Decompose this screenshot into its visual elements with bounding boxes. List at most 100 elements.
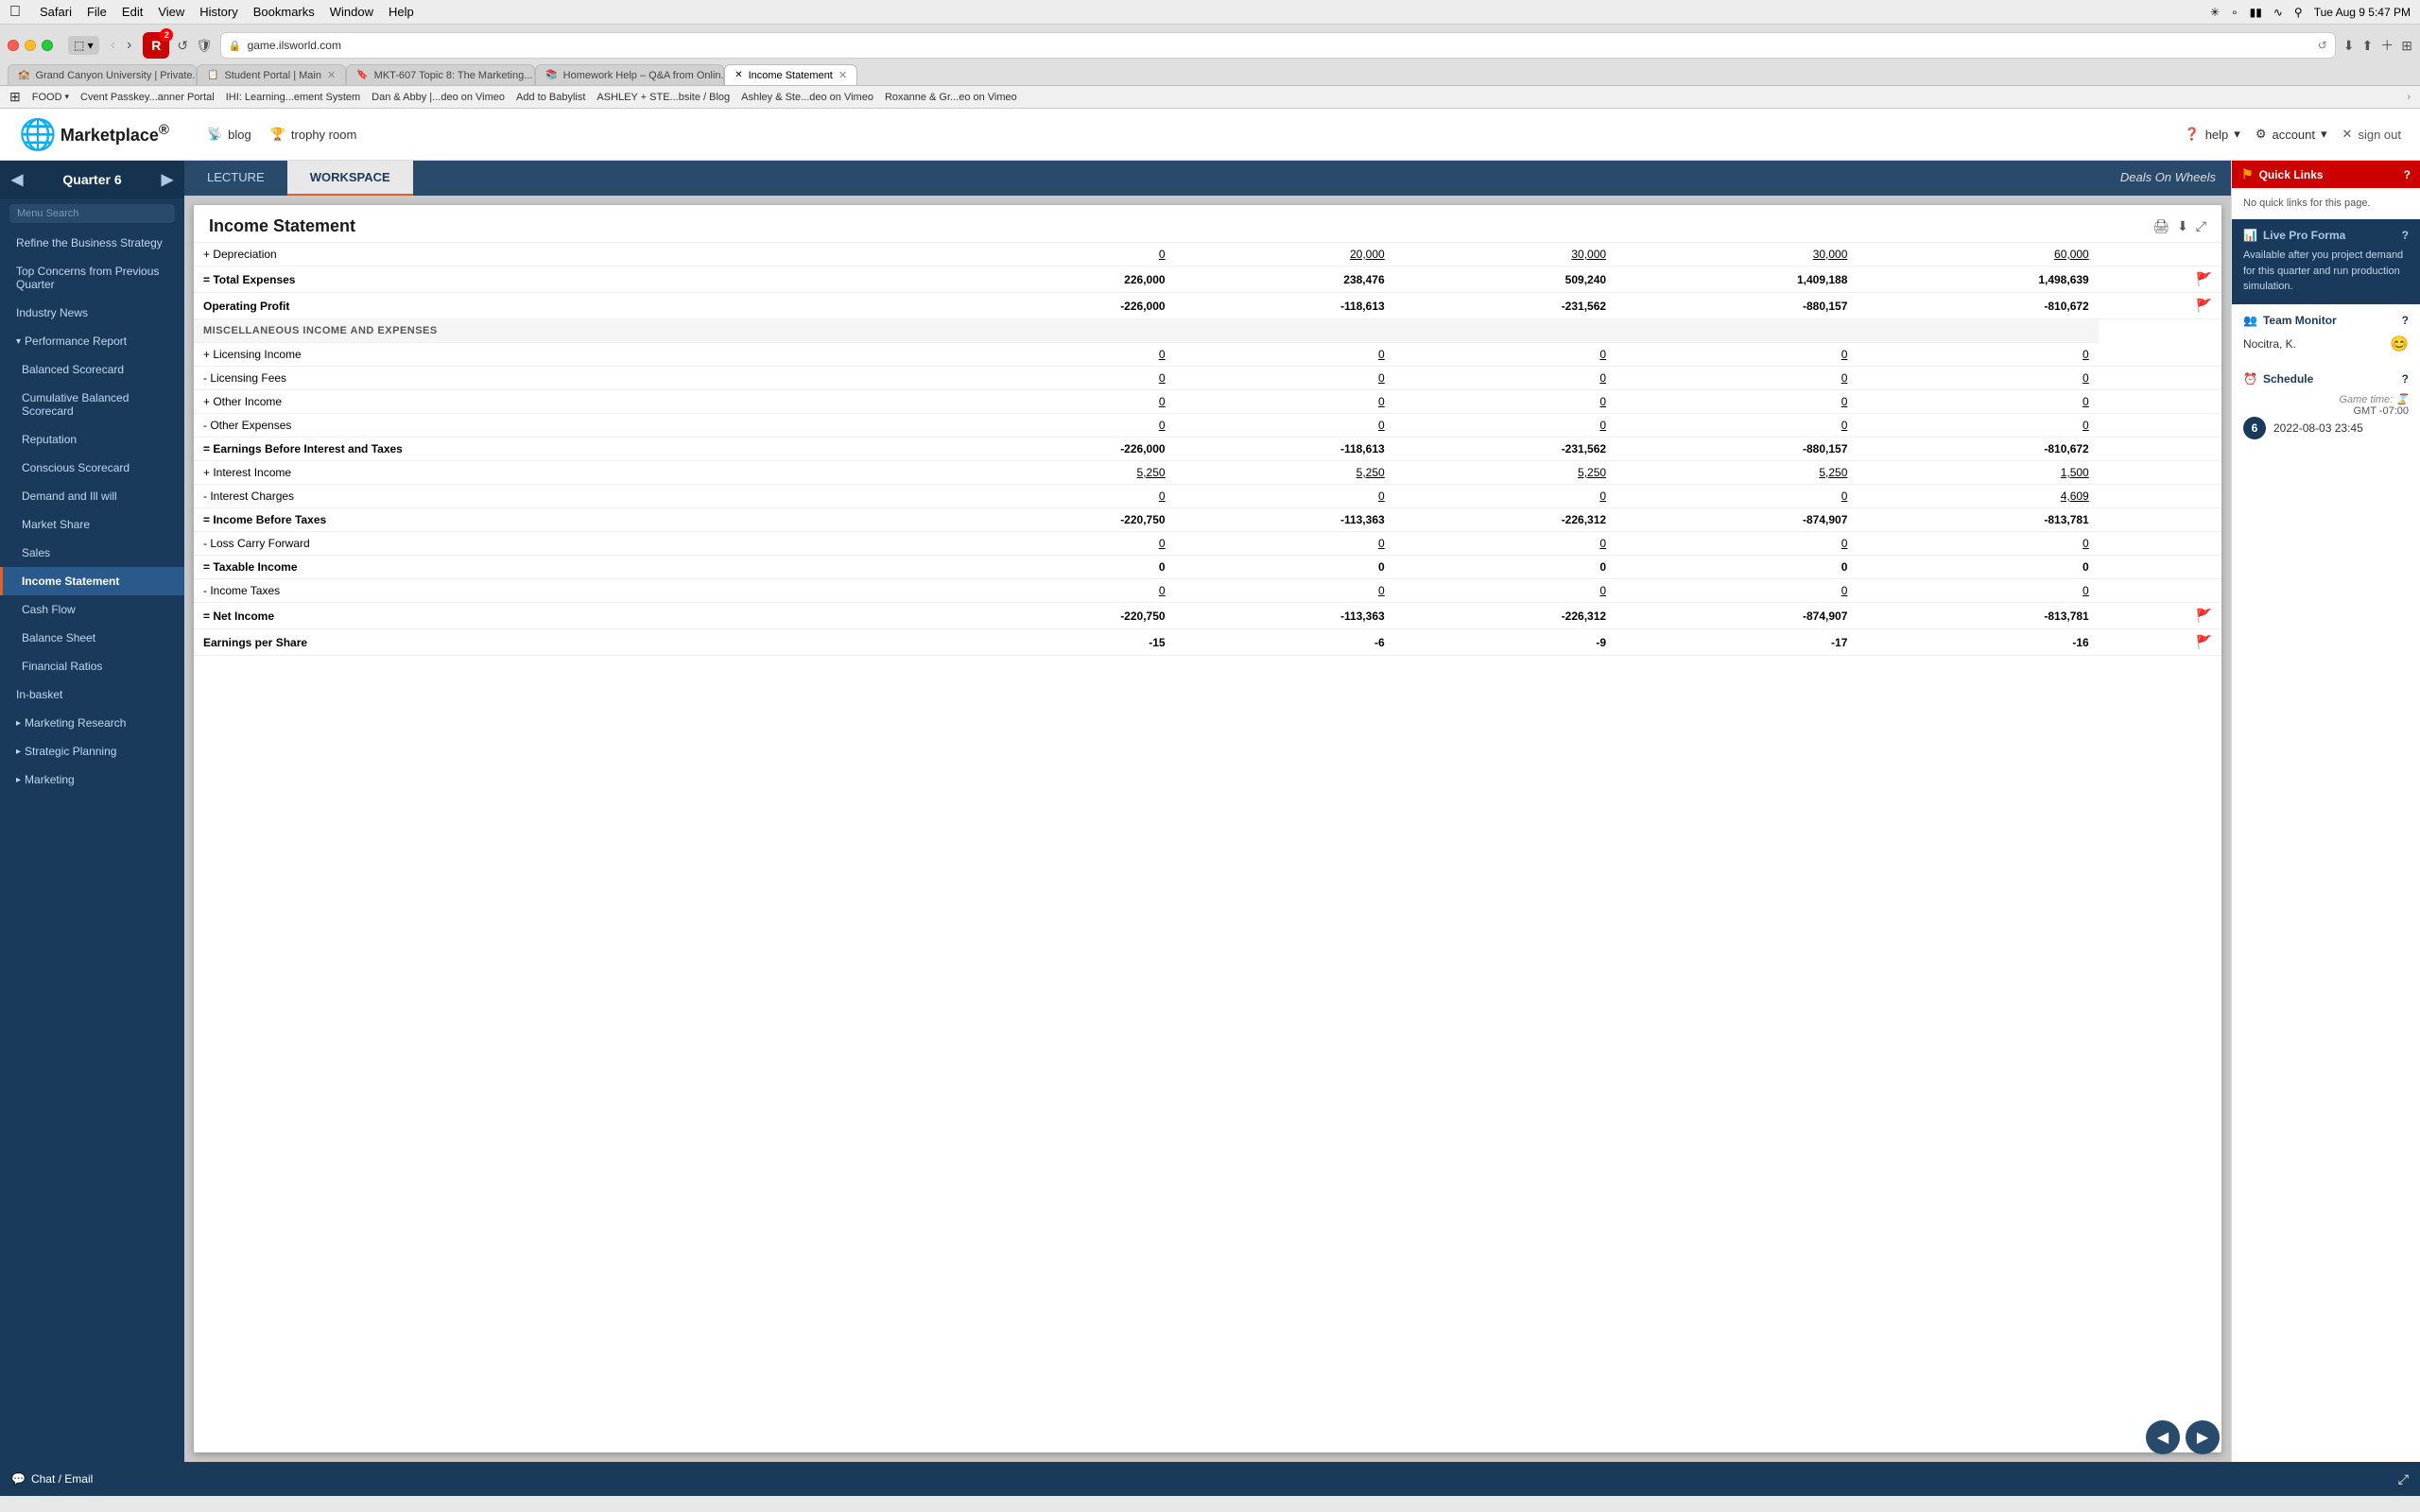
sidebar-prev-arrow[interactable]: ◀ <box>11 170 23 189</box>
sidebar-next-arrow[interactable]: ▶ <box>162 170 173 189</box>
sidebar-item-demand[interactable]: Demand and Ill will <box>0 482 184 510</box>
next-page-button[interactable]: ▶ <box>2186 1420 2220 1454</box>
url-text[interactable]: game.ilsworld.com <box>248 39 341 52</box>
tab-lecture[interactable]: LECTURE <box>184 161 287 196</box>
row-value: 0 <box>1857 390 2098 414</box>
schedule-timezone: GMT -07:00 <box>2243 405 2409 417</box>
bookmark-cvent[interactable]: Cvent Passkey...anner Portal <box>80 92 215 103</box>
tab-income[interactable]: ✕ Income Statement ✕ <box>724 64 857 85</box>
sidebar-item-cumulative[interactable]: Cumulative Balanced Scorecard <box>0 384 184 425</box>
forward-button[interactable]: › <box>123 35 135 56</box>
prev-page-button[interactable]: ◀ <box>2146 1420 2180 1454</box>
row-value: 0 <box>1175 367 1394 390</box>
nav-signout[interactable]: ✕ sign out <box>2342 127 2401 142</box>
sidebar-item-market-share[interactable]: Market Share <box>0 510 184 539</box>
bookmarks-menu[interactable]: Bookmarks <box>253 5 315 19</box>
view-menu[interactable]: View <box>158 5 184 19</box>
address-bar[interactable]: 🔒 game.ilsworld.com ↺ <box>220 32 2336 59</box>
sidebar-item-industry-news[interactable]: Industry News <box>0 299 184 327</box>
chat-footer[interactable]: 💬 Chat / Email ⤢ <box>0 1462 2420 1496</box>
menubar-spotlight-icon[interactable]: ⚲ <box>2294 6 2303 19</box>
share-icon[interactable]: ⬆ <box>2362 38 2374 54</box>
row-value: 226,000 <box>953 266 1174 293</box>
newtab-icon[interactable]: ＋ <box>2380 36 2394 55</box>
menu-search-input[interactable] <box>9 204 175 223</box>
row-value: 0 <box>1616 343 1857 367</box>
bookmark-ihi[interactable]: IHI: Learning...ement System <box>226 92 360 103</box>
sidebar-item-strategic-planning[interactable]: ▸ Strategic Planning <box>0 737 184 765</box>
back-button[interactable]: ‹ <box>107 35 119 56</box>
nav-account-label[interactable]: account <box>2272 128 2315 142</box>
schedule-badge: 6 2022-08-03 23:45 <box>2243 417 2409 439</box>
bookmark-food[interactable]: FOOD ▾ <box>32 92 69 103</box>
nav-blog[interactable]: 📡 blog <box>207 127 251 142</box>
quick-links-info-icon[interactable]: ? <box>2404 168 2411 181</box>
sidebar-item-income-statement[interactable]: Income Statement <box>0 567 184 595</box>
sidebar-item-in-basket[interactable]: In-basket <box>0 680 184 709</box>
refresh-icon[interactable]: ↺ <box>177 38 188 54</box>
tab-hw[interactable]: 📚 Homework Help – Q&A from Onlin... ✕ <box>535 64 724 85</box>
close-button[interactable] <box>8 40 19 51</box>
row-value: 0 <box>1175 414 1394 438</box>
tab-close-student[interactable]: ✕ <box>327 69 336 81</box>
reload-icon[interactable]: ↺ <box>2318 39 2327 52</box>
nav-blog-label[interactable]: blog <box>228 128 251 142</box>
download-icon[interactable]: ⬇ <box>2343 38 2355 54</box>
safari-menu[interactable]: Safari <box>40 5 72 19</box>
download-icon[interactable]: ⬇ <box>2177 218 2188 234</box>
sidebar-toggle-button[interactable]: ⬚ ▾ <box>68 36 99 55</box>
tab-close-income[interactable]: ✕ <box>838 69 847 81</box>
tab-student[interactable]: 📋 Student Portal | Main ✕ <box>197 64 346 85</box>
maximize-button[interactable] <box>42 40 53 51</box>
nav-signout-label[interactable]: sign out <box>2358 128 2401 142</box>
sidebar-item-sales[interactable]: Sales <box>0 539 184 567</box>
row-value: 0 <box>953 414 1174 438</box>
schedule-info-icon[interactable]: ? <box>2402 372 2409 386</box>
minimize-button[interactable] <box>25 40 36 51</box>
nav-account[interactable]: ⚙ account ▾ <box>2256 127 2327 142</box>
history-menu[interactable]: History <box>199 5 237 19</box>
bookmark-roxanne[interactable]: Roxanne & Gr...eo on Vimeo <box>885 92 1017 103</box>
sidebar-item-balanced[interactable]: Balanced Scorecard <box>0 355 184 384</box>
apple-menu[interactable]:  <box>9 4 21 21</box>
bookmarks-grid-icon[interactable]: ⊞ <box>9 89 21 105</box>
bookmark-dan[interactable]: Dan & Abby |...deo on Vimeo <box>372 92 505 103</box>
chat-expand-icon[interactable]: ⤢ <box>2398 1471 2409 1487</box>
marketing-research-toggle: ▸ Marketing Research <box>16 716 171 730</box>
nav-help[interactable]: ❓ help ▾ <box>2185 127 2240 142</box>
table-row: + Other Income00000 <box>194 390 2221 414</box>
sidebar-item-marketing[interactable]: ▸ Marketing <box>0 765 184 794</box>
tab-gcu[interactable]: 🏫 Grand Canyon University | Private... ✕ <box>8 64 197 85</box>
edit-menu[interactable]: Edit <box>122 5 143 19</box>
grid-icon[interactable]: ⊞ <box>2401 38 2412 54</box>
sidebar-item-cash-flow[interactable]: Cash Flow <box>0 595 184 624</box>
income-table: + Depreciation020,00030,00030,00060,000=… <box>194 243 2221 656</box>
bookmark-ashley2[interactable]: Ashley & Ste...deo on Vimeo <box>741 92 873 103</box>
table-row: + Depreciation020,00030,00030,00060,000 <box>194 243 2221 266</box>
tab-mkt[interactable]: 🔖 MKT-607 Topic 8: The Marketing... ✕ <box>346 64 535 85</box>
sidebar-item-balance-sheet[interactable]: Balance Sheet <box>0 624 184 652</box>
readwise-icon[interactable]: R 2 <box>143 32 169 59</box>
sidebar-item-conscious[interactable]: Conscious Scorecard <box>0 454 184 482</box>
sidebar-item-refine[interactable]: Refine the Business Strategy <box>0 229 184 257</box>
window-menu[interactable]: Window <box>330 5 373 19</box>
nav-trophy[interactable]: 🏆 trophy room <box>270 127 357 142</box>
expand-icon[interactable]: ⤢ <box>2196 218 2206 234</box>
team-monitor-info-icon[interactable]: ? <box>2402 314 2409 327</box>
sidebar-item-financial-ratios[interactable]: Financial Ratios <box>0 652 184 680</box>
bookmarks-more-icon[interactable]: › <box>2407 92 2411 103</box>
sidebar-item-marketing-research[interactable]: ▸ Marketing Research <box>0 709 184 737</box>
proforma-info-icon[interactable]: ? <box>2402 229 2409 242</box>
file-menu[interactable]: File <box>87 5 107 19</box>
help-menu[interactable]: Help <box>389 5 414 19</box>
sidebar-item-reputation[interactable]: Reputation <box>0 425 184 454</box>
nav-help-label[interactable]: help <box>2205 128 2229 142</box>
bookmark-babylist[interactable]: Add to Babylist <box>516 92 585 103</box>
chat-label[interactable]: Chat / Email <box>31 1472 93 1486</box>
bookmark-ashley[interactable]: ASHLEY + STE...bsite / Blog <box>596 92 730 103</box>
tab-workspace[interactable]: WORKSPACE <box>287 161 413 196</box>
sidebar-item-top-concerns[interactable]: Top Concerns from Previous Quarter <box>0 257 184 299</box>
sidebar-item-performance[interactable]: ▾ Performance Report <box>0 327 184 355</box>
nav-trophy-label[interactable]: trophy room <box>291 128 356 142</box>
print-icon[interactable]: 🖨 <box>2152 218 2169 234</box>
